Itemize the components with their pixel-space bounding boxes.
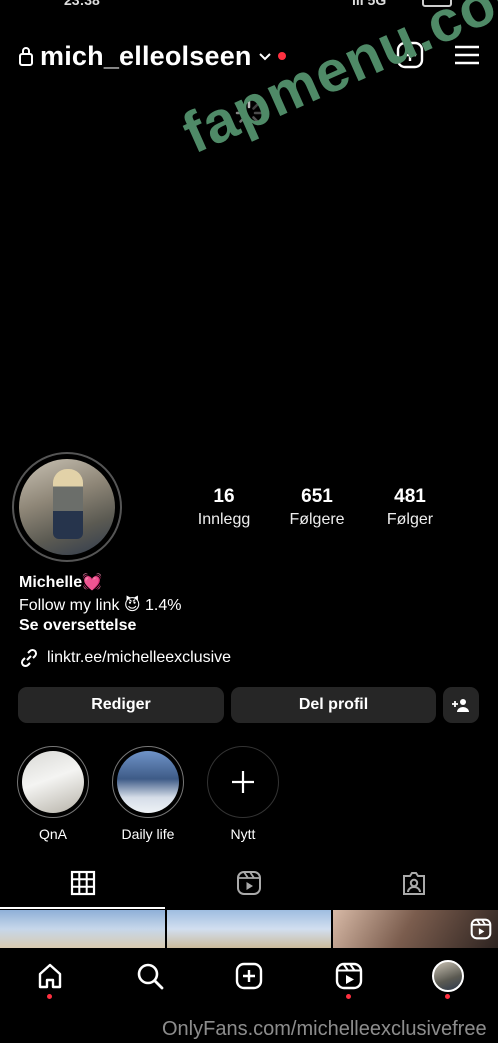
reel-badge-icon [470,918,492,940]
stat-following-label: Følger [386,511,434,528]
profile-header: mich_elleolseen [18,38,286,74]
stat-followers[interactable]: 651 Følgere [267,486,367,529]
avatar[interactable] [12,452,122,562]
bio-name: Michelle💓 [19,574,103,591]
active-tab-indicator [0,907,165,909]
chevron-down-icon[interactable] [258,49,272,63]
see-translation-link[interactable]: Se oversettelse [19,617,136,635]
stat-following-count: 481 [394,486,426,507]
post-tile[interactable] [167,910,331,948]
stat-posts-count: 16 [213,486,235,507]
stat-posts-label: Innlegg [197,511,251,528]
bio-link[interactable]: linktr.ee/michelleexclusive [19,648,231,668]
home-icon[interactable] [36,962,64,990]
home-notification-dot [47,994,52,999]
reels-tab-icon[interactable] [236,870,262,896]
add-person-icon [452,699,469,712]
discover-people-button[interactable] [443,687,479,723]
bio-link-text: linktr.ee/michelleexclusive [47,649,232,666]
highlight-label: Nytt [230,826,256,842]
search-icon[interactable] [136,962,164,990]
site-watermark: fapmenu.com [173,0,498,167]
highlight-daily-life[interactable]: Daily life [111,746,185,842]
profile-notification-dot [445,994,450,999]
stat-posts[interactable]: 16 Innlegg [174,486,274,529]
lock-icon [19,47,33,66]
stat-followers-label: Følgere [289,511,345,528]
status-time: 23:38 [64,0,100,8]
profile-nav-avatar[interactable] [432,960,464,992]
post-tile[interactable] [0,910,165,948]
highlight-new[interactable]: Nytt [206,746,280,842]
stat-followers-count: 651 [301,486,333,507]
reels-notification-dot [346,994,351,999]
stat-following[interactable]: 481 Følger [360,486,460,529]
edit-profile-button[interactable]: Rediger [18,687,224,723]
reels-icon[interactable] [335,962,363,990]
post-tile[interactable] [333,910,498,948]
grid-tab-icon[interactable] [70,870,96,896]
tagged-tab-icon[interactable] [401,870,427,896]
bio-text: Follow my link 😈 1.4% [19,597,182,614]
footer-watermark: OnlyFans.com/michelleexclusivefree [162,1018,487,1040]
status-signal: lll 5G [352,0,387,8]
link-icon [20,648,38,668]
share-profile-button[interactable]: Del profil [231,687,436,723]
highlight-label: QnA [38,826,67,842]
username-switcher[interactable]: mich_elleolseen [40,41,252,72]
create-icon[interactable] [235,962,263,990]
highlight-qna[interactable]: QnA [16,746,90,842]
plus-icon [232,771,254,793]
highlight-label: Daily life [121,826,175,842]
avatar-photo [19,459,115,555]
